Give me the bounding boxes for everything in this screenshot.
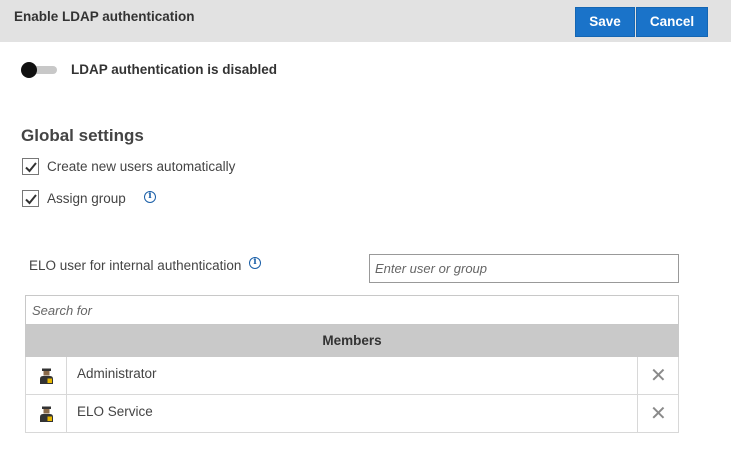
ldap-toggle[interactable] [21,62,57,78]
create-users-label: Create new users automatically [47,159,236,174]
header-bar: Enable LDAP authentication Save Cancel [0,0,731,42]
assign-group-checkbox[interactable] [22,190,39,207]
member-name: ELO Service [77,404,153,419]
close-icon: ✕ [650,401,667,425]
ldap-status-label: LDAP authentication is disabled [71,62,278,77]
cancel-button[interactable]: Cancel [636,7,708,37]
save-button[interactable]: Save [575,7,635,37]
remove-member-button[interactable]: ✕ [637,357,678,394]
toggle-knob [21,62,37,78]
member-search-input[interactable] [25,295,679,325]
info-icon[interactable]: i [249,257,261,269]
assign-group-label: Assign group [47,191,126,206]
create-users-checkbox[interactable] [22,158,39,175]
members-panel: Members Administrator ✕ ELO Service [25,295,679,433]
close-icon: ✕ [650,363,667,387]
user-icon [40,368,53,384]
remove-member-button[interactable]: ✕ [637,395,678,432]
members-column-header: Members [25,325,679,357]
row-icon-cell [26,395,67,432]
table-row[interactable]: ELO Service ✕ [25,395,679,433]
checkmark-icon [25,194,37,205]
table-row[interactable]: Administrator ✕ [25,357,679,395]
global-settings-title: Global settings [21,126,144,145]
member-name: Administrator [77,366,157,381]
checkmark-icon [25,162,37,173]
row-icon-cell [26,357,67,394]
internal-auth-label: ELO user for internal authentication [29,258,242,273]
user-or-group-input[interactable] [369,254,679,283]
info-icon[interactable]: i [144,191,156,203]
user-icon [40,406,53,422]
page-title: Enable LDAP authentication [14,9,195,24]
